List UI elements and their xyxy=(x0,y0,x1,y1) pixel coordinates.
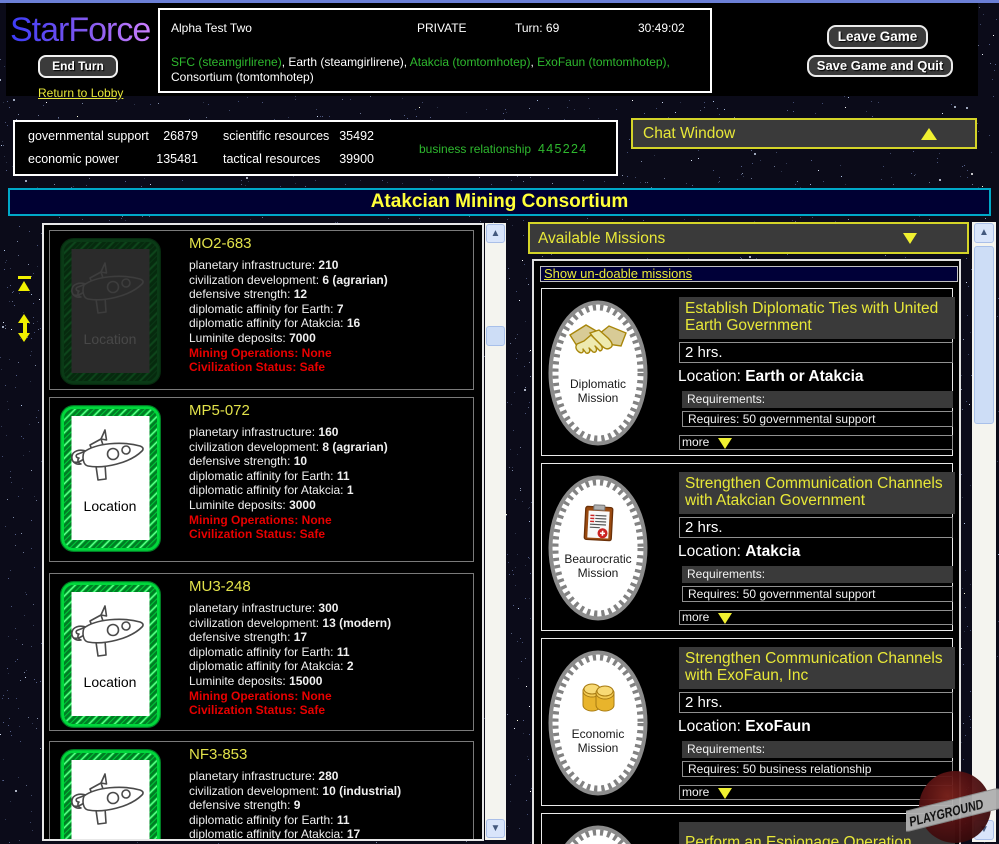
svg-text:Location: Location xyxy=(84,498,137,514)
svg-text:Mission: Mission xyxy=(578,566,619,580)
svg-text:Economic: Economic xyxy=(572,727,625,741)
svg-text:Mission: Mission xyxy=(578,741,619,755)
svg-text:Diplomatic: Diplomatic xyxy=(570,377,626,391)
svg-text:Location: Location xyxy=(84,331,137,347)
svg-text:Mission: Mission xyxy=(578,391,619,405)
svg-text:Location: Location xyxy=(84,674,137,690)
svg-text:Beaurocratic: Beaurocratic xyxy=(564,552,631,566)
